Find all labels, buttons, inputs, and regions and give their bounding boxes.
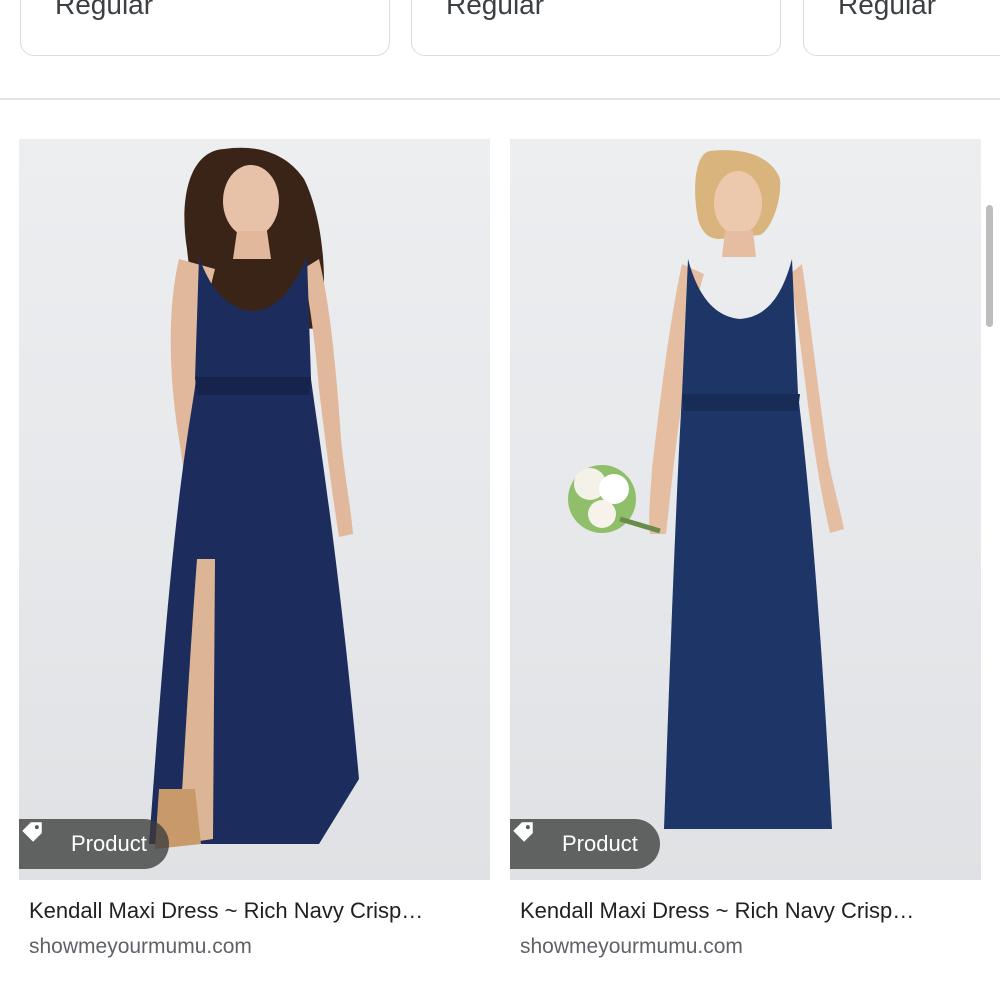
badge-label: Product: [71, 831, 147, 856]
scrollbar-thumb[interactable]: [986, 205, 993, 327]
result-image-1[interactable]: Product: [19, 139, 490, 880]
filter-chip-3[interactable]: Regular: [803, 0, 1000, 56]
result-title[interactable]: Kendall Maxi Dress ~ Rich Navy Crisp…: [29, 897, 484, 925]
filter-chip-row: Regular Regular Regular: [0, 0, 1000, 98]
result-title[interactable]: Kendall Maxi Dress ~ Rich Navy Crisp…: [520, 897, 975, 925]
chip-label: Regular: [838, 0, 937, 20]
badge-label: Product: [562, 831, 638, 856]
product-badge: Product: [19, 819, 169, 869]
result-source[interactable]: showmeyourmumu.com: [520, 934, 743, 960]
tag-icon: [22, 822, 61, 857]
result-image-2[interactable]: Product: [510, 139, 981, 880]
chip-label: Regular: [446, 0, 545, 20]
product-badge: Product: [510, 819, 660, 869]
model-dress-illustration: [568, 150, 844, 829]
chip-label: Regular: [55, 0, 154, 20]
filter-chip-2[interactable]: Regular: [411, 0, 781, 56]
section-divider: [0, 98, 1000, 100]
filter-chip-1[interactable]: Regular: [20, 0, 390, 56]
tag-icon: [513, 822, 552, 857]
result-source[interactable]: showmeyourmumu.com: [29, 934, 252, 960]
model-dress-illustration: [149, 147, 359, 849]
